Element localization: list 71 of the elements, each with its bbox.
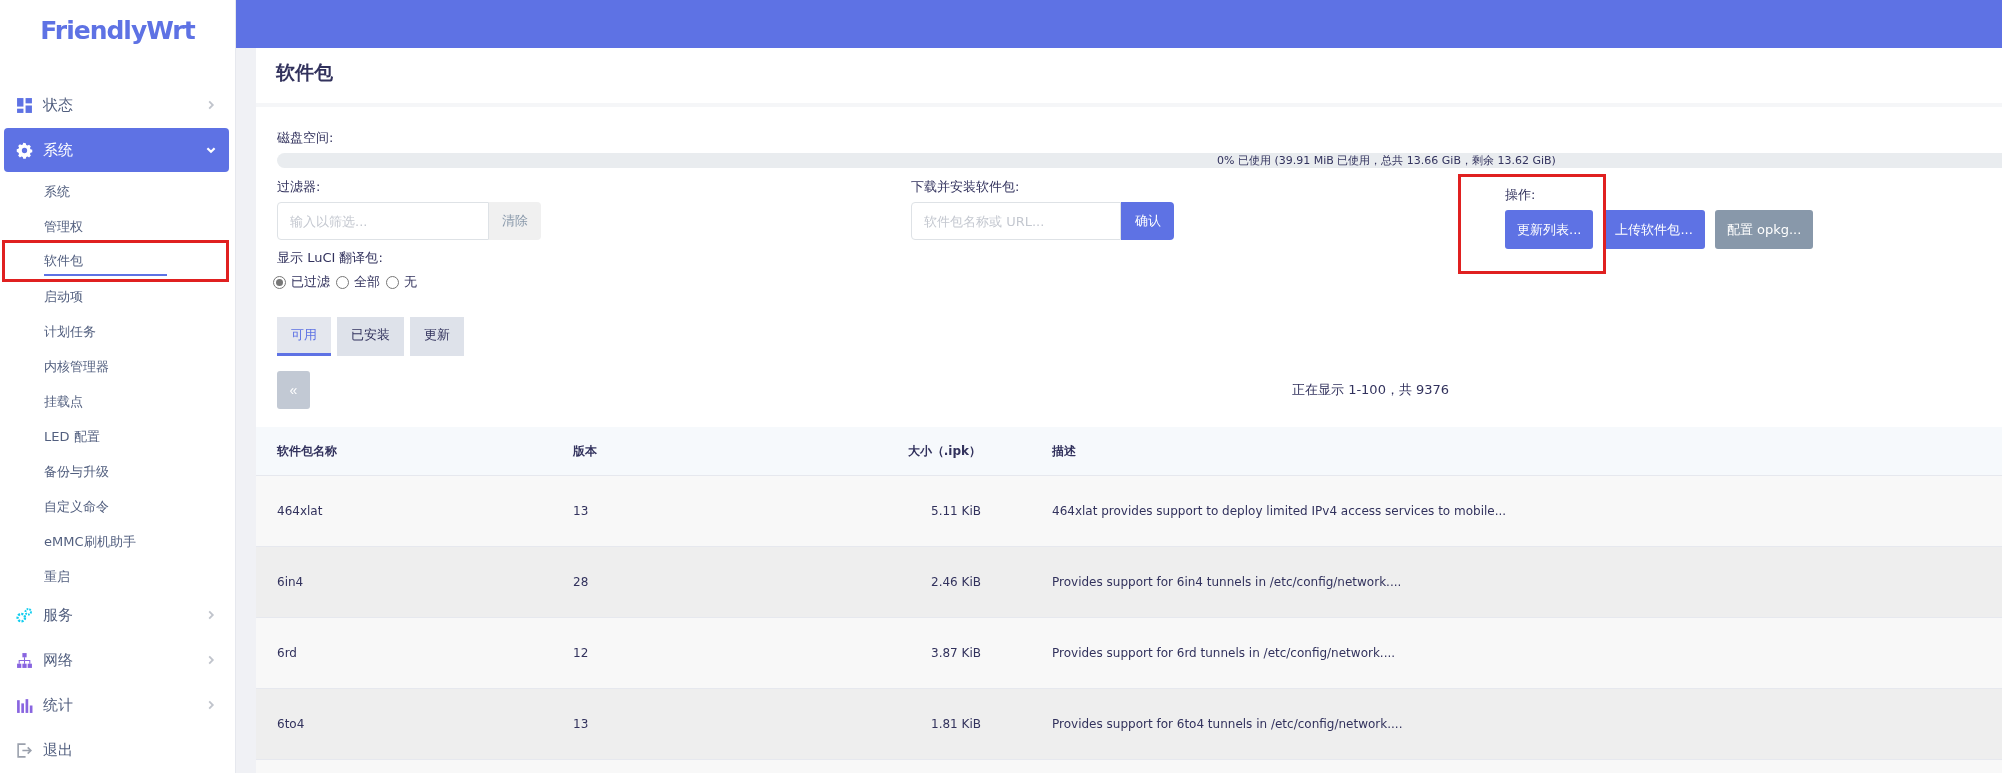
menu-label: 服务 xyxy=(43,605,74,625)
bar-chart-icon xyxy=(16,696,33,714)
table-cell-text: 3.87 KiB xyxy=(930,646,981,660)
column-header: 版本 xyxy=(573,442,598,460)
pagination-status: 正在显示 1-100，共 9376 xyxy=(1292,381,1450,399)
field-label: 显示 LuCI 翻译包: xyxy=(277,249,384,267)
submenu-item[interactable]: 内核管理器 xyxy=(44,351,109,380)
radio-button[interactable] xyxy=(336,275,349,289)
page-title: 软件包 xyxy=(256,48,2002,107)
table-cell-text: Provides support for 6to4 tunnels in /etc/config/network.... xyxy=(1051,717,1403,731)
submenu-item[interactable]: 系统 xyxy=(44,176,70,205)
submenu-item[interactable]: 管理权 xyxy=(44,211,83,240)
submenu-item[interactable]: eMMC刷机助手 xyxy=(44,526,136,555)
tab[interactable]: 已安装 xyxy=(337,317,404,356)
submenu-item[interactable]: 自定义命令 xyxy=(44,491,109,520)
table-cell-text: 464xlat xyxy=(276,504,324,518)
field-label: 下载并安装软件包: xyxy=(911,178,1021,196)
dashboard-icon xyxy=(16,96,33,114)
submenu-item[interactable]: 软件包 xyxy=(44,245,167,276)
gears-icon xyxy=(16,606,33,624)
table-cell-text: 6rd xyxy=(276,646,298,660)
sidebar-item[interactable]: 状态 xyxy=(4,83,229,127)
tab[interactable]: 可用 xyxy=(277,317,331,356)
submenu-item[interactable]: LED 配置 xyxy=(44,421,100,450)
table-cell-text: 13 xyxy=(573,504,590,518)
table-cell-text: 5.11 KiB xyxy=(930,504,981,518)
logo: FriendlyWrt xyxy=(39,15,196,47)
submenu-item[interactable]: 挂载点 xyxy=(44,386,83,415)
table-cell-text: 6to4 xyxy=(276,717,306,731)
sidebar-item[interactable]: 系统 xyxy=(4,128,229,172)
submenu-item[interactable]: 备份与升级 xyxy=(44,456,109,485)
field-label: 操作: xyxy=(1505,186,1537,204)
table-cell-text: Provides support for 6in4 tunnels in /etc/config/network.... xyxy=(1051,575,1402,589)
table-cell-text: 28 xyxy=(573,575,590,589)
table-cell-text: Provides support for 6rd tunnels in /etc/config/network.... xyxy=(1051,646,1396,660)
disk-usage-text: 0% 已使用 (39.91 MiB 已使用，总共 13.66 GiB，剩余 13.62 GiB) xyxy=(1217,153,1556,168)
confirm-button[interactable]: 确认 xyxy=(1121,202,1174,240)
table-cell-text: 12 xyxy=(573,646,590,660)
submenu-item[interactable]: 启动项 xyxy=(44,281,83,310)
tab[interactable]: 更新 xyxy=(410,317,464,356)
menu-label: 退出 xyxy=(43,740,74,760)
sidebar-item[interactable]: 统计 xyxy=(4,683,229,727)
table-cell-text: 2.46 KiB xyxy=(930,575,981,589)
logout-icon xyxy=(16,741,33,759)
menu-label: 状态 xyxy=(43,95,74,115)
radio-label: 已过滤 xyxy=(291,273,330,291)
column-header: 描述 xyxy=(1051,442,1076,460)
submenu-item[interactable]: 计划任务 xyxy=(44,316,96,345)
table-cell-text: 13 xyxy=(573,717,590,731)
radio-button[interactable] xyxy=(386,275,399,289)
sidebar-item[interactable]: 服务 xyxy=(4,593,229,637)
field-label: 过滤器: xyxy=(277,178,322,196)
sidebar-item[interactable]: 退出 xyxy=(4,728,229,772)
radio-label: 全部 xyxy=(354,273,380,291)
submenu-item[interactable]: 重启 xyxy=(44,561,70,590)
action-button[interactable]: 更新列表... xyxy=(1505,210,1594,249)
radio-button[interactable] xyxy=(273,275,286,289)
radio-label: 无 xyxy=(404,273,417,291)
menu-label: 系统 xyxy=(43,140,74,160)
menu-label: 网络 xyxy=(43,650,74,670)
action-button[interactable]: 上传软件包... xyxy=(1603,210,1705,249)
menu-label: 统计 xyxy=(43,695,74,715)
network-icon xyxy=(16,651,33,669)
column-header: 大小（.ipk） xyxy=(906,442,981,460)
field-label: 磁盘空间: xyxy=(277,129,335,147)
table-cell-text: 6in4 xyxy=(276,575,305,589)
settings-icon xyxy=(16,141,33,159)
table-cell-text: 464xlat provides support to deploy limited IPv4 access services to mobile... xyxy=(1051,504,1507,518)
column-header: 软件包名称 xyxy=(276,442,338,460)
sidebar-item[interactable]: 网络 xyxy=(4,638,229,682)
table-cell-text: 1.81 KiB xyxy=(930,717,981,731)
